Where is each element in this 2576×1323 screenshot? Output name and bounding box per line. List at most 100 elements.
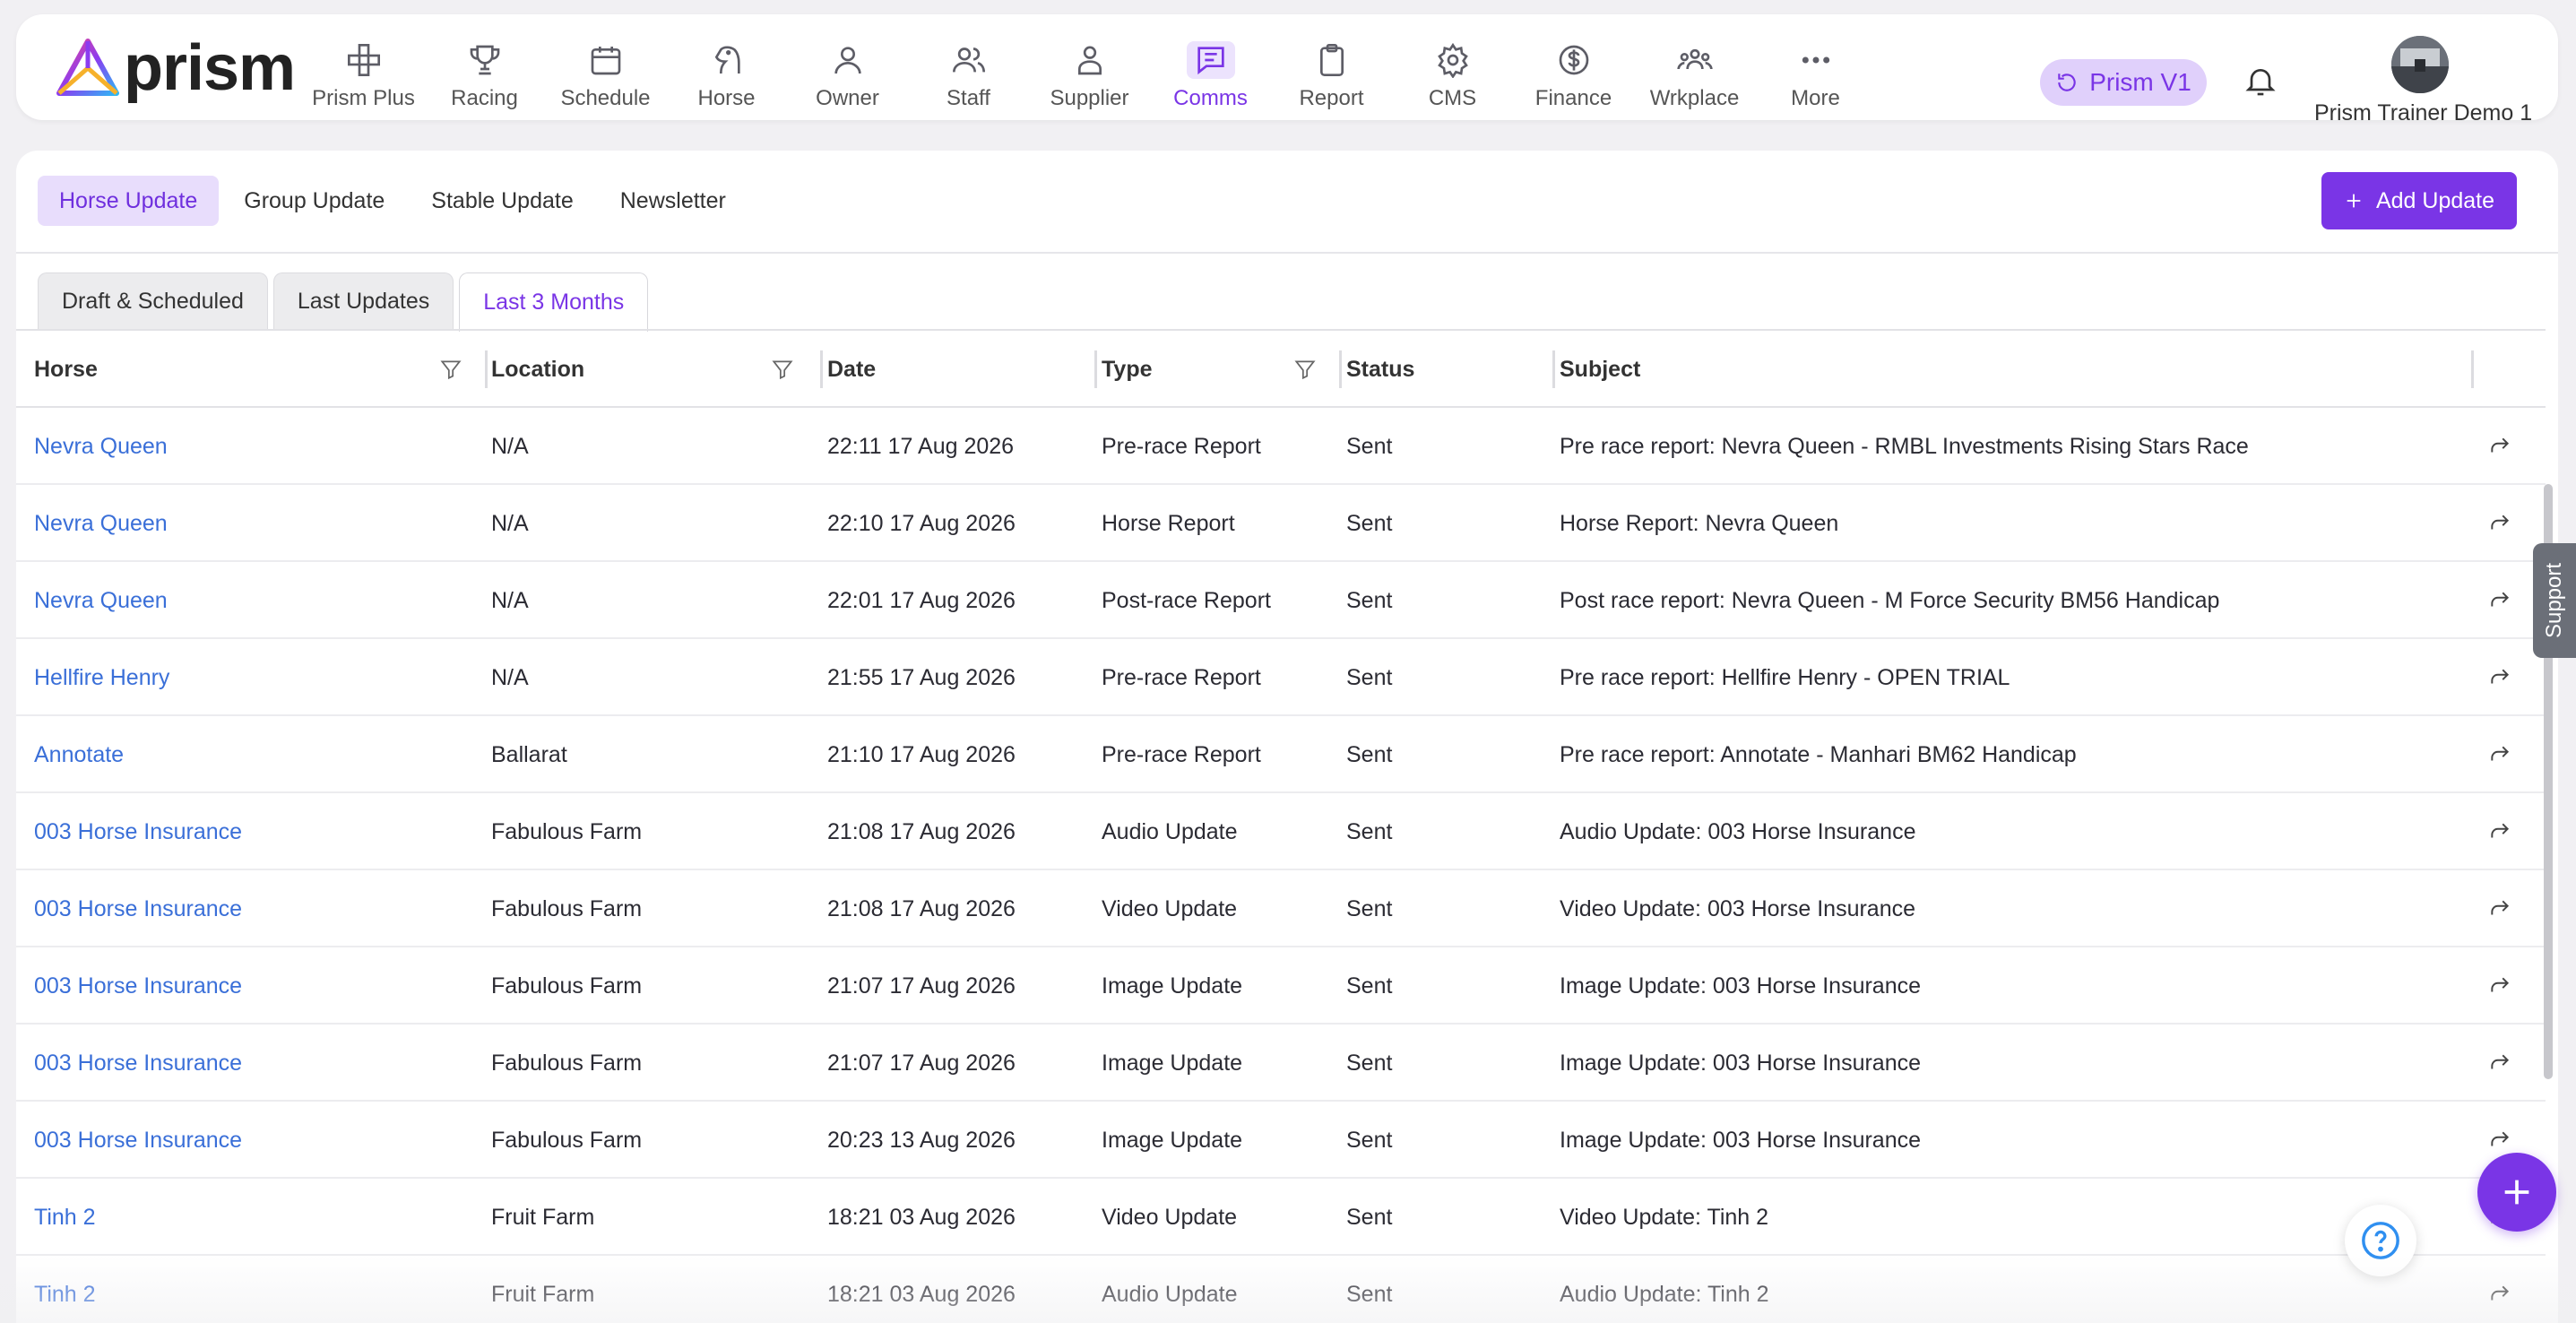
nav-label: Comms	[1173, 86, 1248, 110]
share-icon[interactable]	[2488, 666, 2511, 689]
location-cell: Ballarat	[491, 741, 567, 767]
column-subject[interactable]: Subject	[1560, 331, 2474, 408]
status-cell: Sent	[1346, 1127, 1393, 1153]
horse-link[interactable]: 003 Horse Insurance	[34, 947, 242, 1025]
horse-link[interactable]: 003 Horse Insurance	[34, 1102, 242, 1179]
main-nav: Prism Plus Racing Schedule Horse Owner S…	[303, 29, 1876, 111]
nav-cms[interactable]: CMS	[1392, 29, 1513, 111]
table-row[interactable]: 003 Horse Insurance Fabulous Farm 20:23 13…	[16, 1102, 2546, 1179]
date-cell: 21:08 17 Aug 2026	[827, 818, 1016, 844]
version-switch-button[interactable]: Prism V1	[2040, 59, 2207, 106]
column-header-label: Type	[1102, 356, 1153, 382]
column-resize-handle[interactable]	[820, 350, 823, 388]
nav-racing[interactable]: Racing	[424, 29, 545, 111]
horse-link[interactable]: 003 Horse Insurance	[34, 1025, 242, 1102]
horse-link[interactable]: 003 Horse Insurance	[34, 870, 242, 947]
table-row[interactable]: 003 Horse Insurance Fabulous Farm 21:07 17…	[16, 947, 2546, 1025]
table-row[interactable]: Annotate Ballarat 21:10 17 Aug 2026 Pre-rac…	[16, 716, 2546, 793]
nav-label: Supplier	[1050, 86, 1129, 110]
share-icon[interactable]	[2488, 743, 2511, 766]
type-cell: Audio Update	[1102, 818, 1238, 844]
table-row[interactable]: Nevra Queen N/A 22:10 17 Aug 2026 Horse Rep…	[16, 485, 2546, 562]
type-cell: Post-race Report	[1102, 587, 1271, 613]
avatar[interactable]	[2391, 36, 2449, 93]
column-location[interactable]: Location	[491, 331, 823, 408]
filter-icon[interactable]	[1293, 358, 1317, 381]
prism-logo[interactable]: prism	[56, 36, 296, 100]
table-row[interactable]: Tinh 2 Fruit Farm 18:21 03 Aug 2026 Video U…	[16, 1179, 2546, 1256]
column-date[interactable]: Date	[827, 331, 1097, 408]
bell-icon[interactable]	[2243, 61, 2278, 100]
bottom-fade	[0, 1255, 2576, 1323]
nav-wrkplace[interactable]: Wrkplace	[1634, 29, 1755, 111]
table-row[interactable]: Nevra Queen N/A 22:01 17 Aug 2026 Post-race…	[16, 562, 2546, 639]
nav-finance[interactable]: Finance	[1513, 29, 1634, 111]
subject-cell: Horse Report: Nevra Queen	[1560, 510, 1839, 536]
add-update-button[interactable]: Add Update	[2321, 172, 2517, 229]
floating-add-button[interactable]	[2477, 1153, 2556, 1232]
table-row[interactable]: 003 Horse Insurance Fabulous Farm 21:08 17…	[16, 793, 2546, 870]
date-cell: 22:01 17 Aug 2026	[827, 587, 1016, 613]
table-row[interactable]: Nevra Queen N/A 22:11 17 Aug 2026 Pre-race …	[16, 408, 2546, 485]
date-cell: 18:21 03 Aug 2026	[827, 1204, 1016, 1230]
horse-link[interactable]: Nevra Queen	[34, 562, 168, 639]
horse-link[interactable]: Hellfire Henry	[34, 639, 169, 716]
horse-link[interactable]: Nevra Queen	[34, 408, 168, 485]
nav-prism-plus[interactable]: Prism Plus	[303, 29, 424, 111]
share-icon[interactable]	[2488, 897, 2511, 921]
column-resize-handle[interactable]	[1552, 350, 1555, 388]
share-icon[interactable]	[2488, 974, 2511, 998]
nav-schedule[interactable]: Schedule	[545, 29, 666, 111]
tab-draft-scheduled[interactable]: Draft & Scheduled	[38, 272, 268, 330]
column-resize-handle[interactable]	[485, 350, 488, 388]
type-cell: Image Update	[1102, 1127, 1243, 1153]
column-resize-handle[interactable]	[1339, 350, 1342, 388]
tab-group-update[interactable]: Group Update	[222, 176, 406, 226]
type-cell: Video Update	[1102, 1204, 1238, 1230]
tab-last-3-months[interactable]: Last 3 Months	[459, 272, 649, 332]
column-header-label: Subject	[1560, 356, 1641, 382]
nav-staff[interactable]: Staff	[908, 29, 1029, 111]
share-icon[interactable]	[2488, 589, 2511, 612]
table-row[interactable]: 003 Horse Insurance Fabulous Farm 21:07 17…	[16, 1025, 2546, 1102]
filter-icon[interactable]	[439, 358, 462, 381]
time-range-tabs: Draft & Scheduled Last Updates Last 3 Mo…	[38, 272, 649, 332]
table-row[interactable]: Hellfire Henry N/A 21:55 17 Aug 2026 Pre-ra…	[16, 639, 2546, 716]
horse-link[interactable]: 003 Horse Insurance	[34, 793, 242, 870]
nav-label: Staff	[947, 86, 990, 110]
nav-more[interactable]: More	[1755, 29, 1876, 111]
horse-link[interactable]: Nevra Queen	[34, 485, 168, 562]
share-icon[interactable]	[2488, 512, 2511, 535]
table-row[interactable]: 003 Horse Insurance Fabulous Farm 21:08 17…	[16, 870, 2546, 947]
location-cell: Fruit Farm	[491, 1204, 595, 1230]
tab-stable-update[interactable]: Stable Update	[410, 176, 594, 226]
filter-icon[interactable]	[771, 358, 794, 381]
share-icon[interactable]	[2488, 820, 2511, 843]
user-name[interactable]: Prism Trainer Demo 1	[2314, 100, 2532, 126]
share-icon[interactable]	[2488, 1128, 2511, 1152]
nav-horse[interactable]: Horse	[666, 29, 787, 111]
support-tab[interactable]: Support	[2533, 543, 2576, 658]
column-resize-handle[interactable]	[1094, 350, 1097, 388]
tab-newsletter[interactable]: Newsletter	[599, 176, 748, 226]
nav-owner[interactable]: Owner	[787, 29, 908, 111]
date-cell: 22:10 17 Aug 2026	[827, 510, 1016, 536]
status-cell: Sent	[1346, 1050, 1393, 1076]
tab-last-updates[interactable]: Last Updates	[272, 272, 454, 330]
tab-horse-update[interactable]: Horse Update	[38, 176, 220, 226]
nav-comms[interactable]: Comms	[1150, 29, 1271, 111]
trophy-icon	[470, 45, 499, 75]
column-header-label: Location	[491, 356, 585, 382]
share-icon[interactable]	[2488, 1051, 2511, 1075]
nav-supplier[interactable]: Supplier	[1029, 29, 1150, 111]
share-icon[interactable]	[2488, 435, 2511, 458]
horse-link[interactable]: Annotate	[34, 716, 124, 793]
column-type[interactable]: Type	[1102, 331, 1342, 408]
column-horse[interactable]: Horse	[34, 331, 488, 408]
nav-report[interactable]: Report	[1271, 29, 1392, 111]
update-type-tabs: Horse Update Group Update Stable Update …	[38, 176, 748, 226]
location-cell: Fabulous Farm	[491, 973, 643, 999]
column-resize-handle[interactable]	[2471, 350, 2474, 388]
column-status[interactable]: Status	[1346, 331, 1555, 408]
horse-link[interactable]: Tinh 2	[34, 1179, 96, 1256]
